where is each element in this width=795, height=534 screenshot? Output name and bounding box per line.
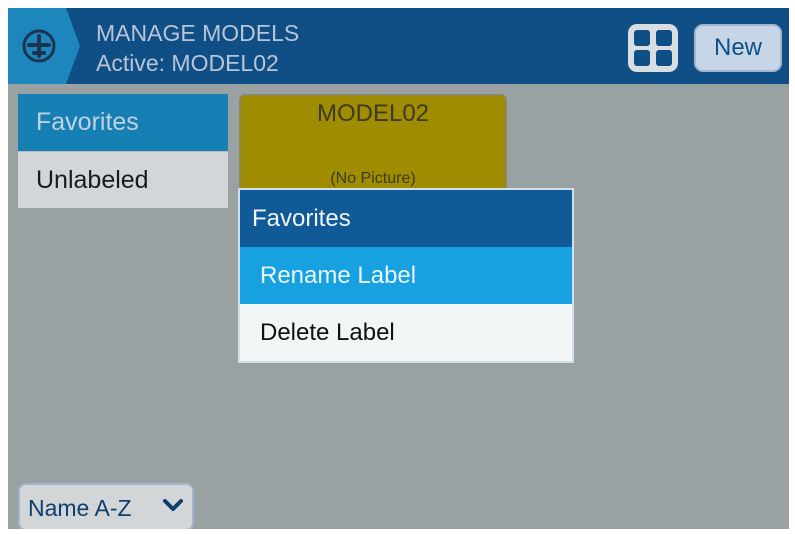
label-item-favorites[interactable]: Favorites	[18, 94, 228, 151]
label-list: Favorites Unlabeled	[18, 94, 228, 208]
sort-dropdown[interactable]: Name A-Z	[18, 483, 194, 529]
delete-label-menu-item[interactable]: Delete Label	[240, 304, 572, 361]
airplane-circle-icon	[22, 29, 56, 63]
model-menu-button[interactable]	[8, 8, 80, 84]
model-picture-placeholder: (No Picture)	[330, 170, 416, 187]
model-name: MODEL02	[316, 100, 430, 127]
header-bar: MANAGE MODELS Active: MODEL02 New	[8, 8, 789, 84]
label-context-menu: Favorites Rename Label Delete Label	[238, 188, 574, 363]
page-title: MANAGE MODELS	[96, 20, 300, 46]
model-tile[interactable]: MODEL02 (No Picture)	[239, 94, 507, 194]
screen: MANAGE MODELS Active: MODEL02 New Favori…	[8, 8, 789, 529]
label-item-unlabeled[interactable]: Unlabeled	[18, 151, 228, 208]
sort-value: Name A-Z	[28, 495, 132, 521]
grid-view-icon	[634, 30, 672, 66]
new-model-button[interactable]: New	[694, 24, 782, 72]
chevron-down-icon	[163, 499, 183, 511]
menu-title: Favorites	[240, 190, 572, 247]
active-model-text: Active: MODEL02	[96, 50, 279, 76]
rename-label-menu-item[interactable]: Rename Label	[240, 247, 572, 304]
grid-view-button[interactable]	[628, 24, 678, 72]
